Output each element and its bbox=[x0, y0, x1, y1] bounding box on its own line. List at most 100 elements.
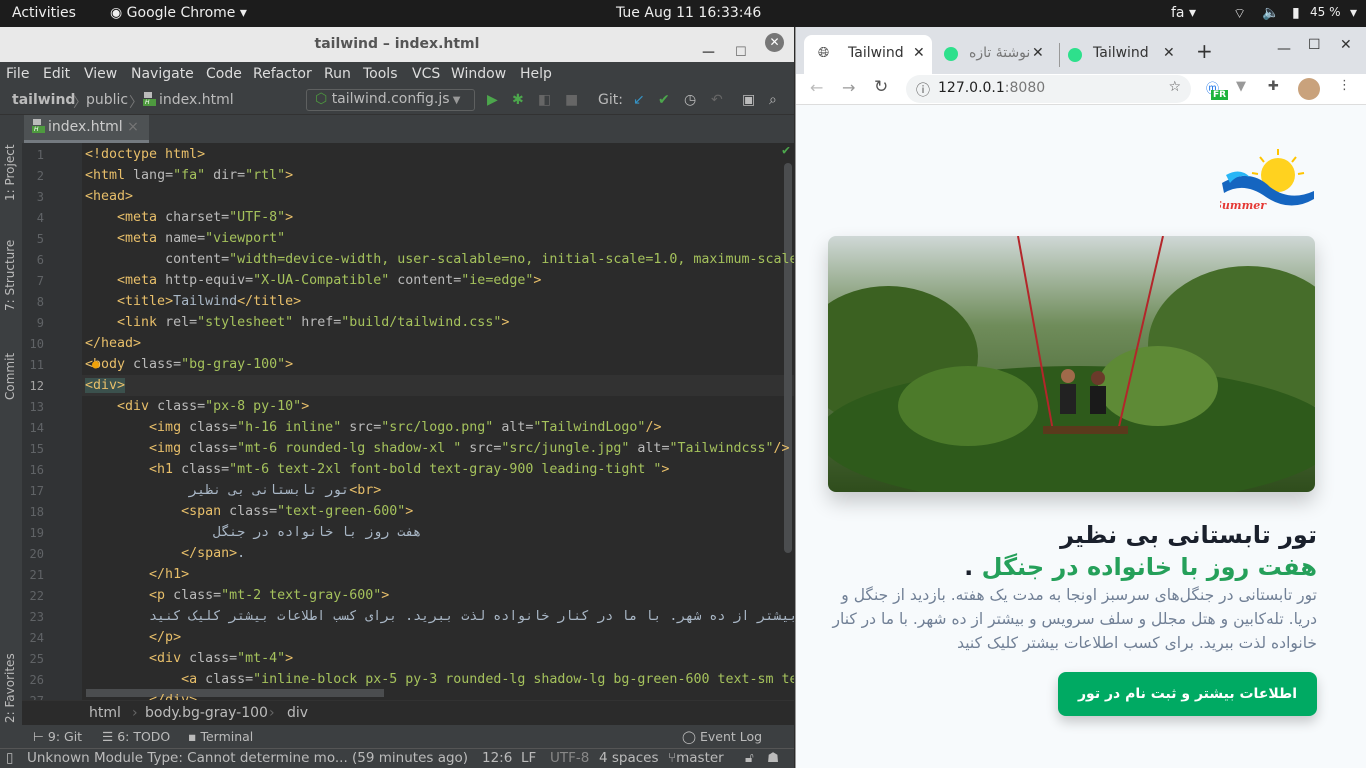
menu-view[interactable]: View bbox=[84, 66, 117, 82]
menu-run[interactable]: Run bbox=[324, 66, 351, 82]
git-commit-icon[interactable]: ✔ bbox=[658, 92, 670, 108]
menu-refactor[interactable]: Refactor bbox=[253, 66, 312, 82]
code-line[interactable]: <p class="mt-2 text-gray-600"> bbox=[85, 585, 389, 606]
address-bar[interactable]: ⓘ 127.0.0.1:8080 ☆ bbox=[906, 75, 1191, 103]
app-menu[interactable]: ◉ Google Chrome ▾ bbox=[110, 5, 247, 21]
code-editor[interactable]: ✔ <!doctype html> <html lang="fa" dir="rt… bbox=[82, 143, 794, 700]
indent-setting[interactable]: 4 spaces bbox=[599, 750, 659, 766]
search-icon[interactable]: ⌕ bbox=[769, 92, 777, 108]
breadcrumb-folder[interactable]: public bbox=[86, 92, 128, 108]
inspection-ok-icon[interactable]: ✔ bbox=[782, 143, 790, 158]
code-line[interactable]: </span>. bbox=[85, 543, 245, 564]
run-icon[interactable]: ▶ bbox=[487, 92, 498, 108]
menu-help[interactable]: Help bbox=[520, 66, 552, 82]
code-line[interactable]: <html lang="fa" dir="rtl"> bbox=[85, 165, 293, 186]
clock[interactable]: Tue Aug 11 16:33:46 bbox=[616, 5, 761, 21]
system-menu-chevron[interactable]: ▾ bbox=[1350, 5, 1357, 21]
bookmark-star-icon[interactable]: ☆ bbox=[1168, 79, 1181, 95]
commit-tool-button[interactable]: Commit bbox=[3, 353, 17, 400]
code-line[interactable]: </p> bbox=[85, 627, 181, 648]
code-line[interactable]: <meta http-equiv="X-UA-Compatible" conte… bbox=[85, 270, 541, 291]
vue-devtools-icon[interactable]: ▼ bbox=[1236, 79, 1246, 94]
breadcrumb-file[interactable]: index.html bbox=[143, 92, 234, 108]
code-line[interactable]: <a class="inline-block px-5 py-3 rounded… bbox=[85, 669, 794, 690]
profile-avatar[interactable] bbox=[1298, 78, 1320, 100]
inspector-icon[interactable]: ☗ bbox=[767, 750, 779, 766]
reload-button[interactable]: ↻ bbox=[874, 77, 888, 97]
more-info-register-button[interactable]: اطلاعات بیشتر و ثبت نام در تور bbox=[1058, 672, 1317, 716]
code-line[interactable]: <img class="mt-6 rounded-lg shadow-xl " … bbox=[85, 438, 790, 459]
chrome-tab[interactable]: Tailwind ✕ bbox=[1059, 43, 1179, 67]
code-line[interactable]: <img class="h-16 inline" src="src/logo.p… bbox=[85, 417, 661, 438]
menu-code[interactable]: Code bbox=[206, 66, 242, 82]
menu-tools[interactable]: Tools bbox=[363, 66, 398, 82]
menu-file[interactable]: File bbox=[6, 66, 29, 82]
close-tab-icon[interactable]: × bbox=[127, 119, 139, 135]
run-config-select[interactable]: ⬡ tailwind.config.js ▼ bbox=[306, 89, 475, 111]
coverage-icon[interactable]: ◧ bbox=[538, 92, 551, 108]
extensions-icon[interactable]: ✚ bbox=[1268, 79, 1279, 94]
chrome-close-button[interactable]: ✕ bbox=[1340, 37, 1352, 53]
code-line[interactable]: <head> bbox=[85, 186, 133, 207]
status-toggle-icon[interactable]: ▯ bbox=[6, 750, 13, 766]
code-line[interactable]: هفت روز با خانواده در جنگل bbox=[85, 522, 421, 543]
event-log-button[interactable]: ◯ Event Log bbox=[682, 729, 762, 744]
code-line[interactable]: content="width=device-width, user-scalab… bbox=[85, 249, 794, 270]
code-line[interactable]: <meta charset="UTF-8"> bbox=[85, 207, 293, 228]
code-line[interactable]: <div class="mt-4"> bbox=[85, 648, 293, 669]
breadcrumb-project[interactable]: tailwind bbox=[12, 92, 75, 108]
forward-button[interactable]: → bbox=[842, 78, 855, 97]
code-line[interactable]: <title>Tailwind</title> bbox=[85, 291, 301, 312]
activities-button[interactable]: Activities bbox=[12, 5, 76, 21]
breadcrumb-item[interactable]: body.bg-gray-100 bbox=[145, 705, 268, 721]
code-line[interactable]: <div class="px-8 py-10"> bbox=[85, 396, 309, 417]
menu-navigate[interactable]: Navigate bbox=[131, 66, 194, 82]
code-line[interactable]: <h1 class="mt-6 text-2xl font-bold text-… bbox=[85, 459, 669, 480]
code-line[interactable]: بیشتر از ده شهر. با ما در کنار خانواده ل… bbox=[85, 606, 794, 627]
project-tool-button[interactable]: 1: Project bbox=[3, 144, 17, 201]
close-tab-icon[interactable]: ✕ bbox=[1163, 45, 1175, 61]
vertical-scrollbar[interactable] bbox=[784, 163, 792, 553]
git-rollback-icon[interactable]: ↶ bbox=[711, 92, 723, 108]
stop-icon[interactable]: ■ bbox=[565, 92, 578, 108]
git-history-icon[interactable]: ◷ bbox=[684, 92, 696, 108]
git-tool-button[interactable]: ⊢ 9: Git bbox=[33, 729, 82, 744]
code-line[interactable]: تور تابستانی بی نظیر<br> bbox=[85, 480, 381, 501]
caret-position[interactable]: 12:6 bbox=[482, 750, 512, 766]
code-line[interactable]: <!doctype html> bbox=[85, 144, 205, 165]
chrome-tab[interactable]: نوشتهٔ تازه ✕ bbox=[936, 35, 1048, 74]
git-update-icon[interactable]: ↙ bbox=[633, 92, 645, 108]
breadcrumb-item[interactable]: html bbox=[89, 705, 121, 721]
status-message[interactable]: Unknown Module Type: Cannot determine mo… bbox=[27, 750, 468, 766]
back-button[interactable]: ← bbox=[810, 78, 823, 97]
terminal-window-icon[interactable]: ▣ bbox=[742, 92, 755, 108]
code-line[interactable]: <meta name="viewport" bbox=[85, 228, 285, 249]
terminal-tool-button[interactable]: ▪ Terminal bbox=[188, 729, 253, 744]
file-encoding[interactable]: UTF-8 bbox=[550, 750, 589, 766]
input-language[interactable]: fa ▾ bbox=[1171, 5, 1196, 21]
code-line[interactable]: <span class="text-green-600"> bbox=[85, 501, 413, 522]
lock-icon[interactable]: 🔓︎ bbox=[745, 750, 754, 766]
close-tab-icon[interactable]: ✕ bbox=[913, 45, 925, 61]
structure-tool-button[interactable]: 7: Structure bbox=[3, 240, 17, 311]
line-separator[interactable]: LF bbox=[521, 750, 536, 766]
menu-window[interactable]: Window bbox=[451, 66, 506, 82]
breadcrumb-item[interactable]: div bbox=[287, 705, 308, 721]
chrome-maximize-button[interactable]: ☐ bbox=[1308, 37, 1321, 53]
chrome-minimize-button[interactable]: — bbox=[1277, 41, 1291, 57]
code-line[interactable]: </head> bbox=[85, 333, 141, 354]
translate-extension-icon[interactable]: ⓜFR bbox=[1206, 78, 1229, 100]
lightbulb-icon[interactable]: ● bbox=[92, 357, 99, 371]
code-line[interactable]: <body class="bg-gray-100"> bbox=[85, 354, 293, 375]
site-info-icon[interactable]: ⓘ bbox=[916, 80, 930, 100]
todo-tool-button[interactable]: ☰ 6: TODO bbox=[102, 729, 170, 744]
favorites-tool-button[interactable]: 2: Favorites bbox=[3, 653, 17, 723]
code-line[interactable]: <div> bbox=[85, 375, 126, 396]
chrome-menu-icon[interactable]: ⋮ bbox=[1338, 78, 1351, 93]
git-branch[interactable]: ⑂master bbox=[668, 750, 724, 766]
menu-edit[interactable]: Edit bbox=[43, 66, 70, 82]
tab-index-html[interactable]: index.html × bbox=[24, 115, 149, 143]
code-line[interactable]: </div> bbox=[85, 690, 197, 700]
code-line[interactable]: </h1> bbox=[85, 564, 189, 585]
close-button[interactable]: ✕ bbox=[765, 33, 784, 52]
